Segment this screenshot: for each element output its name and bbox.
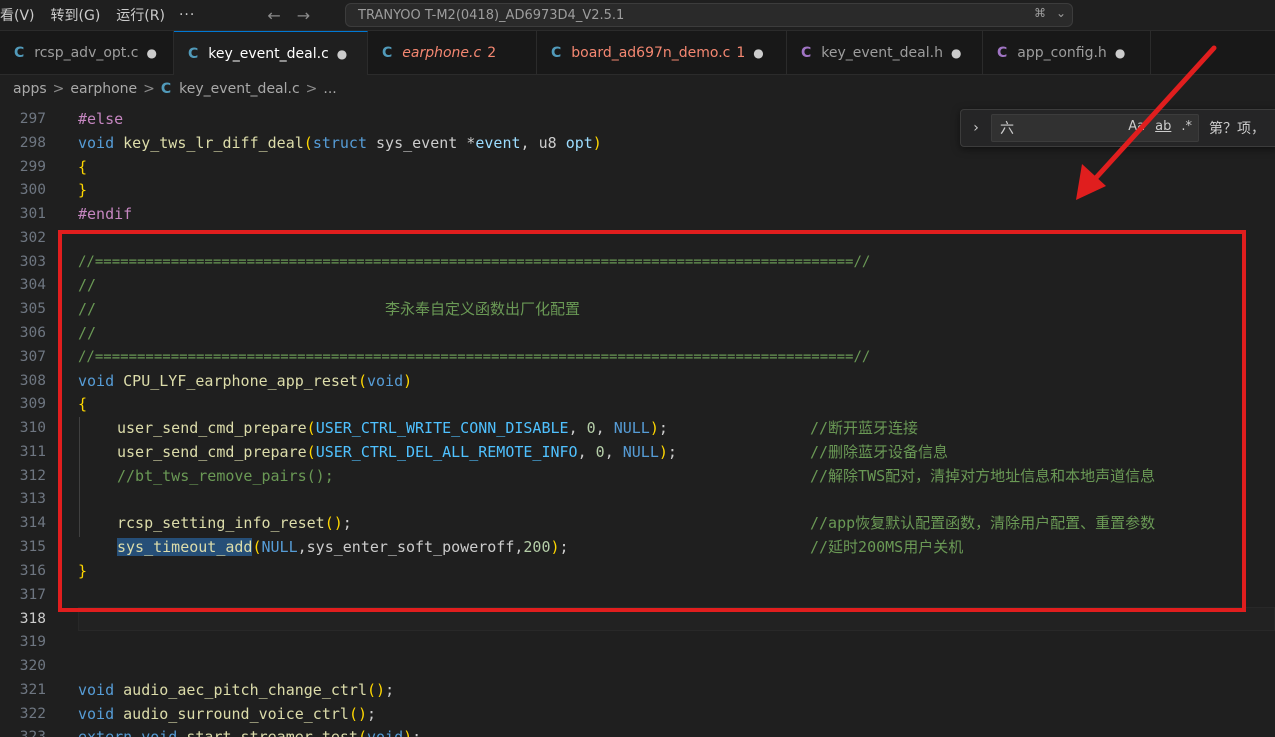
annotation-arrow-icon: [1076, 45, 1217, 200]
